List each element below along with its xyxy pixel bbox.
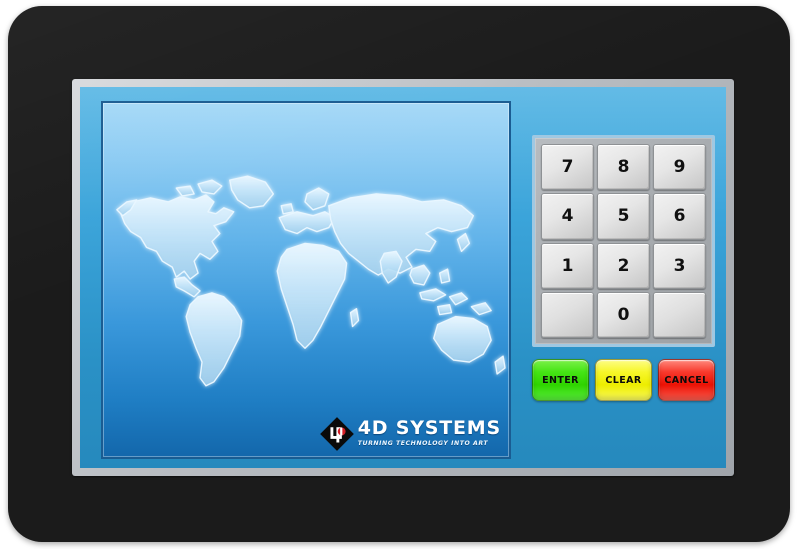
keypad-key-5[interactable]: 5 — [597, 193, 650, 240]
brand-logo: 4D SYSTEMS TURNING TECHNOLOGY INTO ART — [319, 417, 501, 451]
keypad-key-blank — [653, 291, 706, 338]
action-button-row: ENTER CLEAR CANCEL — [532, 359, 715, 401]
keypad-key-3[interactable]: 3 — [653, 242, 706, 289]
keypad-key-9[interactable]: 9 — [653, 144, 706, 191]
keypad-key-4[interactable]: 4 — [541, 193, 594, 240]
keypad-group: 789 456 1230 ENTER CLEAR CANCEL — [532, 135, 715, 407]
4d-logo-icon — [319, 417, 354, 451]
lcd-screen: 4D SYSTEMS TURNING TECHNOLOGY INTO ART 7… — [80, 87, 726, 468]
cancel-button[interactable]: CANCEL — [658, 359, 715, 401]
enter-button[interactable]: ENTER — [532, 359, 589, 401]
device-bezel: 4D SYSTEMS TURNING TECHNOLOGY INTO ART 7… — [8, 6, 790, 542]
brand-tagline: TURNING TECHNOLOGY INTO ART — [357, 440, 489, 448]
keypad-grid: 789 456 1230 — [541, 144, 706, 338]
world-map-panel: 4D SYSTEMS TURNING TECHNOLOGY INTO ART — [101, 101, 511, 459]
keypad-key-blank — [541, 291, 594, 338]
clear-button[interactable]: CLEAR — [595, 359, 652, 401]
keypad-key-6[interactable]: 6 — [653, 193, 706, 240]
world-map-graphic — [116, 175, 506, 387]
screenshot-canvas: 4D SYSTEMS TURNING TECHNOLOGY INTO ART 7… — [0, 0, 800, 549]
brand-text-block: 4D SYSTEMS TURNING TECHNOLOGY INTO ART — [358, 419, 501, 448]
numeric-keypad-panel: 789 456 1230 — [532, 135, 715, 347]
keypad-key-1[interactable]: 1 — [541, 242, 594, 289]
brand-name: 4D SYSTEMS — [357, 417, 501, 440]
keypad-key-7[interactable]: 7 — [541, 144, 594, 191]
keypad-key-0[interactable]: 0 — [597, 291, 650, 338]
keypad-key-8[interactable]: 8 — [597, 144, 650, 191]
keypad-key-2[interactable]: 2 — [597, 242, 650, 289]
screen-frame: 4D SYSTEMS TURNING TECHNOLOGY INTO ART 7… — [72, 79, 734, 476]
